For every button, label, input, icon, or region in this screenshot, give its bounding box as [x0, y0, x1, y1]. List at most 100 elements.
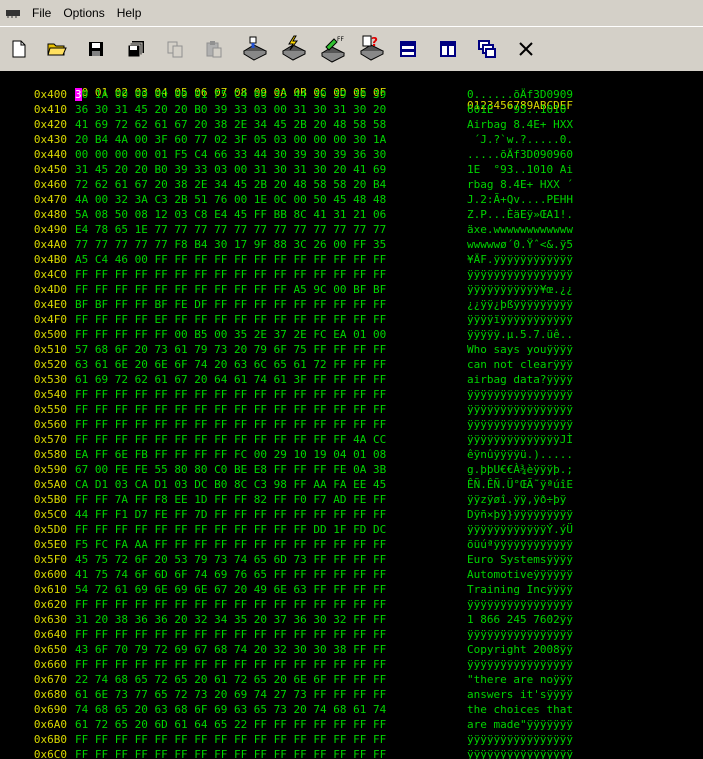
row-ascii[interactable]: ÿÿÿÿÿÿÿÿÿÿÿÿÿÿJÌ — [467, 433, 573, 446]
row-bytes[interactable]: FF FF FF FF FF FF FF FF FF FF FF FF FF F… — [75, 598, 386, 611]
row-ascii[interactable]: ÿÿÿÿÿÿÿÿÿÿÿÿÿÿÿÿ — [467, 598, 573, 611]
row-bytes[interactable]: FF FF FF FF FF FF FF FF FF FF FF A5 9C 0… — [75, 283, 386, 296]
row-bytes[interactable]: 31 20 38 36 36 20 32 34 35 20 37 36 30 3… — [75, 613, 386, 626]
edit-cursor[interactable]: 3 — [75, 88, 82, 101]
row-bytes[interactable]: 36 30 31 45 20 20 B0 39 33 03 00 31 30 3… — [75, 103, 386, 116]
row-ascii[interactable]: answers it'sÿÿÿÿ — [467, 688, 573, 701]
row-bytes[interactable]: BF BF FF FF BF FE DF FF FF FF FF FF FF F… — [75, 298, 386, 311]
row-bytes[interactable]: 63 61 6E 20 6E 6F 74 20 63 6C 65 61 72 F… — [75, 358, 386, 371]
row-ascii[interactable]: Airbag 8.4E+ HXX — [467, 118, 573, 131]
row-bytes[interactable]: FF FF FF FF FF FF FF FF FF FF FF FF FF F… — [75, 268, 386, 281]
row-bytes[interactable]: FF FF FF FF FF FF FF FF FF FF FF FF FF F… — [75, 733, 386, 746]
menu-help[interactable]: Help — [111, 6, 148, 20]
row-ascii[interactable]: ¿¿ÿÿ¿þßÿÿÿÿÿÿÿÿÿ — [467, 298, 573, 311]
row-ascii[interactable]: 1 866 245 7602ÿÿ — [467, 613, 573, 626]
row-ascii[interactable]: Automotiveÿÿÿÿÿÿ — [467, 568, 573, 581]
row-bytes[interactable]: 20 B4 4A 00 3F 60 77 02 3F 05 03 00 00 0… — [75, 133, 386, 146]
row-bytes[interactable]: 45 75 72 6F 20 53 79 73 74 65 6D 73 FF F… — [75, 553, 386, 566]
erase-chip-button[interactable] — [277, 33, 309, 65]
row-bytes[interactable]: 72 62 61 67 20 38 2E 34 45 2B 20 48 58 5… — [75, 178, 386, 191]
save-all-button[interactable] — [120, 33, 152, 65]
row-bytes[interactable]: 30 1A 00 00 00 00 01 F5 C4 66 33 44 30 3… — [75, 88, 386, 101]
horizontal-split-button[interactable] — [392, 33, 424, 65]
row-bytes[interactable]: FF FF FF FF FF FF FF FF FF FF FF FF FF F… — [75, 433, 386, 446]
row-ascii[interactable]: Training Incÿÿÿÿ — [467, 583, 573, 596]
row-bytes[interactable]: FF FF FF FF FF FF FF FF FF FF FF FF FF F… — [75, 658, 386, 671]
row-ascii[interactable]: Who says youÿÿÿÿ — [467, 343, 573, 356]
row-ascii[interactable]: ÿÿÿÿÿÿÿÿÿÿÿÿÿÿÿÿ — [467, 268, 573, 281]
row-bytes[interactable]: 77 77 77 77 77 F8 B4 30 17 9F 88 3C 26 0… — [75, 238, 386, 251]
row-bytes[interactable]: FF FF 7A FF F8 EE 1D FF FF 82 FF F0 F7 A… — [75, 493, 386, 506]
vertical-split-button[interactable] — [432, 33, 464, 65]
row-ascii[interactable]: the choices that — [467, 703, 573, 716]
row-ascii[interactable]: "there are noÿÿÿ — [467, 673, 573, 686]
row-ascii[interactable]: ÿÿÿÿÿÿÿÿÿÿÿÿÿÿÿÿ — [467, 388, 573, 401]
row-ascii[interactable]: ÿÿÿÿÿÿÿÿÿÿÿ¥œ.¿¿ — [467, 283, 573, 296]
row-ascii[interactable]: ¥ÄF.ÿÿÿÿÿÿÿÿÿÿÿÿ — [467, 253, 573, 266]
new-file-button[interactable] — [3, 33, 35, 65]
row-bytes[interactable]: 61 69 72 62 61 67 20 64 61 74 61 3F FF F… — [75, 373, 386, 386]
row-bytes[interactable]: 4A 00 32 3A C3 2B 51 76 00 1E 0C 00 50 4… — [75, 193, 386, 206]
row-bytes[interactable]: 41 69 72 62 61 67 20 38 2E 34 45 2B 20 4… — [75, 118, 386, 131]
row-bytes[interactable]: 67 00 FE FE 55 80 80 C0 BE E8 FF FF FF F… — [75, 463, 386, 476]
row-ascii[interactable]: rbag 8.4E+ HXX ´ — [467, 178, 573, 191]
row-bytes[interactable]: F5 FC FA AA FF FF FF FF FF FF FF FF FF F… — [75, 538, 386, 551]
row-ascii[interactable]: ÿÿÿÿÿÿÿÿÿÿÿÿÿÿÿÿ — [467, 418, 573, 431]
row-ascii[interactable]: can not clearÿÿÿ — [467, 358, 573, 371]
row-ascii[interactable]: ´J.?`w.?.....0. — [467, 133, 573, 146]
row-ascii[interactable]: ÿÿÿÿÿÿÿÿÿÿÿÿÿÿÿÿ — [467, 403, 573, 416]
row-ascii[interactable]: 1E °93..1010 Ai — [467, 163, 573, 176]
cascade-windows-button[interactable] — [471, 33, 503, 65]
menu-options[interactable]: Options — [57, 6, 110, 20]
row-ascii[interactable]: ÿÿÿÿïÿÿÿÿÿÿÿÿÿÿÿ — [467, 313, 573, 326]
row-bytes[interactable]: FF FF FF FF FF FF FF FF FF FF FF FF FF F… — [75, 403, 386, 416]
row-bytes[interactable]: FF FF FF FF FF FF FF FF FF FF FF FF FF F… — [75, 388, 386, 401]
row-bytes[interactable]: 61 72 65 20 6D 61 64 65 22 FF FF FF FF F… — [75, 718, 386, 731]
row-ascii[interactable]: J.2:Ã+Qv....PEHH — [467, 193, 573, 206]
row-bytes[interactable]: 57 68 6F 20 73 61 79 73 20 79 6F 75 FF F… — [75, 343, 386, 356]
row-ascii[interactable]: ÿÿÿÿÿ.µ.5.7.üê.. — [467, 328, 573, 341]
row-bytes[interactable]: FF FF FF FF FF FF FF FF FF FF FF FF DD 1… — [75, 523, 386, 536]
row-bytes[interactable]: A5 C4 46 00 FF FF FF FF FF FF FF FF FF F… — [75, 253, 386, 266]
row-bytes[interactable]: FF FF FF FF FF FF FF FF FF FF FF FF FF F… — [75, 418, 386, 431]
row-bytes[interactable]: 61 6E 73 77 65 72 73 20 69 74 27 73 FF F… — [75, 688, 386, 701]
row-ascii[interactable]: .....õÄf3D090960 — [467, 148, 573, 161]
row-bytes[interactable]: FF FF FF FF EF FF FF FF FF FF FF FF FF F… — [75, 313, 386, 326]
row-bytes[interactable]: 22 74 68 65 72 65 20 61 72 65 20 6E 6F F… — [75, 673, 386, 686]
row-ascii[interactable]: Euro Systemsÿÿÿÿ — [467, 553, 573, 566]
row-bytes[interactable]: 00 00 00 00 01 F5 C4 66 33 44 30 39 30 3… — [75, 148, 386, 161]
row-bytes[interactable]: FF FF FF FF FF FF FF FF FF FF FF FF FF F… — [75, 628, 386, 641]
row-ascii[interactable]: ÊÑ.ÊÑ.Ü°ŒÃ˜ÿªúîE — [467, 478, 573, 491]
row-ascii[interactable]: ÿÿzÿøî.ÿÿ‚ÿð÷­þÿ — [467, 493, 566, 506]
row-ascii[interactable]: 0......õÄf3D0909 — [467, 88, 573, 101]
open-button[interactable] — [41, 33, 73, 65]
row-bytes[interactable]: 44 FF F1 D7 FE FF 7D FF FF FF FF FF FF F… — [75, 508, 386, 521]
row-ascii[interactable]: ÿÿÿÿÿÿÿÿÿÿÿÿÝ.ýÜ — [467, 523, 573, 536]
row-bytes[interactable]: 74 68 65 20 63 68 6F 69 63 65 73 20 74 6… — [75, 703, 386, 716]
verify-chip-button[interactable]: ? — [355, 33, 387, 65]
row-bytes[interactable]: 54 72 61 69 6E 69 6E 67 20 49 6E 63 FF F… — [75, 583, 386, 596]
row-ascii[interactable]: õüúªÿÿÿÿÿÿÿÿÿÿÿÿ — [467, 538, 573, 551]
row-bytes[interactable]: 31 45 20 20 B0 39 33 03 00 31 30 31 30 2… — [75, 163, 386, 176]
row-ascii[interactable]: ÿÿÿÿÿÿÿÿÿÿÿÿÿÿÿÿ — [467, 658, 573, 671]
copy-button[interactable] — [159, 33, 191, 65]
row-ascii[interactable]: ÿÿÿÿÿÿÿÿÿÿÿÿÿÿÿÿ — [467, 733, 573, 746]
row-ascii[interactable]: Dÿñ×þÿ}ÿÿÿÿÿÿÿÿÿ — [467, 508, 573, 521]
row-bytes[interactable]: EA FF 6E FB FF FF FF FF FC 00 29 10 19 0… — [75, 448, 386, 461]
row-ascii[interactable]: wwwwwø´0.Ÿˆ<&.ÿ5 — [467, 238, 573, 251]
read-chip-button[interactable] — [238, 33, 270, 65]
row-ascii[interactable]: êÿnûÿÿÿÿü.)..... — [467, 448, 573, 461]
row-bytes[interactable]: FF FF FF FF FF FF FF FF FF FF FF FF FF F… — [75, 748, 386, 759]
row-ascii[interactable]: äxe.wwwwwwwwwwww — [467, 223, 573, 236]
row-bytes[interactable]: 43 6F 70 79 72 69 67 68 74 20 32 30 30 3… — [75, 643, 386, 656]
row-bytes[interactable]: 5A 08 50 08 12 03 C8 E4 45 FF BB 8C 41 3… — [75, 208, 386, 221]
row-ascii[interactable]: ÿÿÿÿÿÿÿÿÿÿÿÿÿÿÿÿ — [467, 748, 573, 759]
row-ascii[interactable]: are made"ÿÿÿÿÿÿÿ — [467, 718, 573, 731]
save-button[interactable] — [80, 33, 112, 65]
row-ascii[interactable]: 601E °93..1010 — [467, 103, 573, 116]
paste-button[interactable] — [198, 33, 230, 65]
row-bytes[interactable]: CA D1 03 CA D1 03 DC B0 8C C3 98 FF AA F… — [75, 478, 386, 491]
row-bytes[interactable]: FF FF FF FF FF 00 B5 00 35 2E 37 2E FC E… — [75, 328, 386, 341]
close-button[interactable] — [510, 33, 542, 65]
row-ascii[interactable]: g.þþU€€À¾èÿÿÿþ.; — [467, 463, 573, 476]
